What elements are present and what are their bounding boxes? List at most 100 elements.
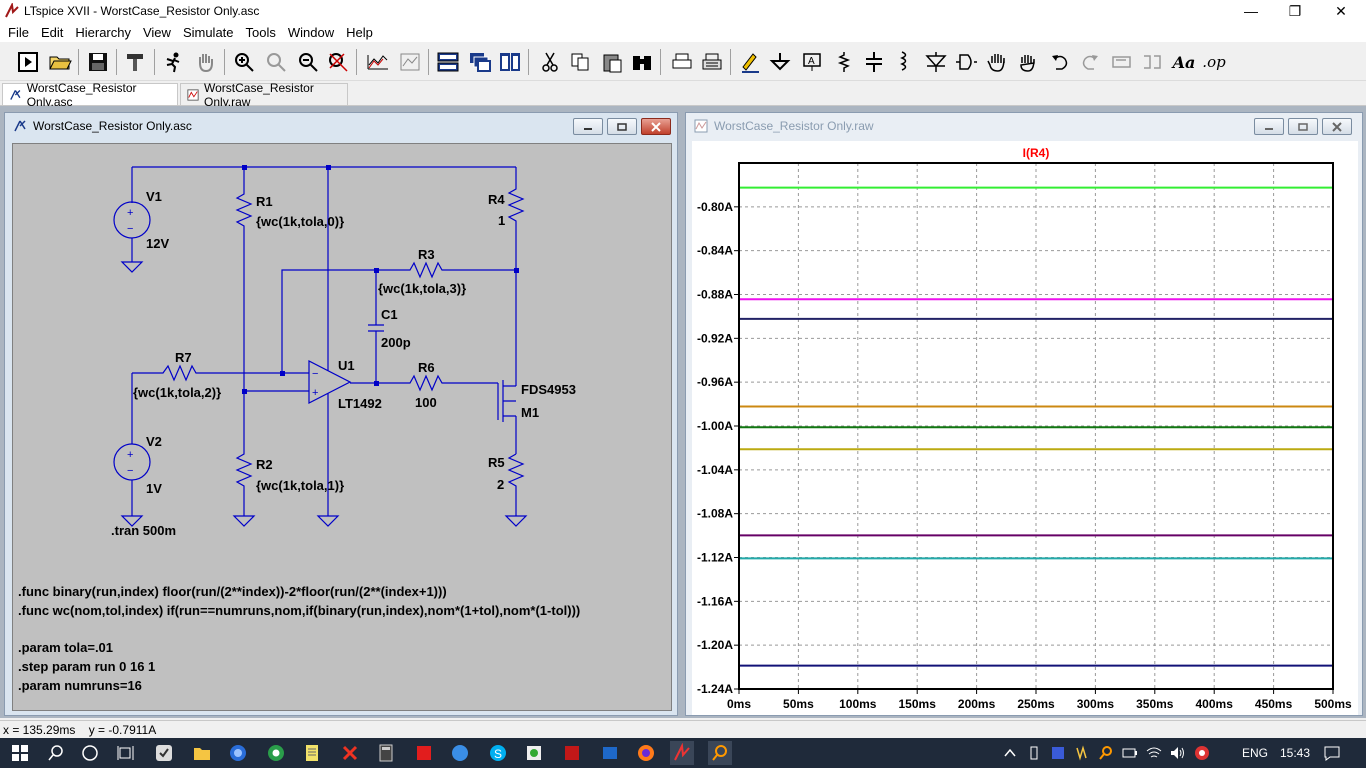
wifi-icon[interactable] (1142, 741, 1166, 765)
windows-start-icon[interactable] (8, 741, 32, 765)
svg-text:A: A (808, 56, 815, 67)
schematic-close-button[interactable] (641, 118, 671, 135)
task-view-icon[interactable] (114, 741, 138, 765)
tab-schematic[interactable]: WorstCase_Resistor Only.asc (2, 81, 178, 109)
resistor-icon[interactable] (830, 48, 858, 76)
tray-search-icon[interactable] (1094, 741, 1118, 765)
tile-vertical-icon[interactable] (496, 48, 524, 76)
paste-icon[interactable] (598, 48, 626, 76)
search-app-icon[interactable] (708, 741, 732, 765)
open-folder-icon[interactable] (46, 48, 74, 76)
inductor-icon[interactable] (890, 48, 918, 76)
schematic-minimize-button[interactable] (573, 118, 603, 135)
cascade-windows-icon[interactable] (466, 48, 494, 76)
capacitor-icon[interactable] (860, 48, 888, 76)
notifications-icon[interactable] (1320, 741, 1344, 765)
save-icon[interactable] (84, 48, 112, 76)
diode-icon[interactable] (922, 48, 950, 76)
menu-window[interactable]: Window (282, 25, 340, 40)
close-x-app-icon[interactable] (338, 741, 362, 765)
battery-icon[interactable] (1118, 741, 1142, 765)
x-tick-label: 450ms (1255, 697, 1293, 711)
v1-value: 12V (146, 236, 169, 251)
text-icon[interactable]: Aa (1170, 48, 1198, 76)
notepad-icon[interactable] (300, 741, 324, 765)
skype-icon[interactable]: S (486, 741, 510, 765)
cortana-icon[interactable] (78, 741, 102, 765)
schematic-canvas[interactable]: V1 12V R1 {wc(1k,tola,0)} R4 1 R3 {wc(1k… (12, 143, 672, 711)
redo-icon[interactable] (1076, 48, 1104, 76)
find-binoculars-icon[interactable] (628, 48, 656, 76)
mirror-icon[interactable] (1138, 48, 1166, 76)
menu-view[interactable]: View (137, 25, 177, 40)
chrome-icon[interactable] (264, 741, 288, 765)
halt-hand-icon[interactable] (192, 48, 220, 76)
menu-simulate[interactable]: Simulate (177, 25, 240, 40)
menu-edit[interactable]: Edit (35, 25, 69, 40)
rotate-icon[interactable] (1108, 48, 1136, 76)
spice-directive-icon[interactable]: .op (1200, 48, 1228, 76)
label-net-icon[interactable]: A (798, 48, 826, 76)
clock[interactable]: 15:43 (1280, 738, 1310, 768)
language-indicator[interactable]: ENG (1242, 738, 1268, 768)
plot-settings-icon[interactable] (396, 48, 424, 76)
undo-icon[interactable] (1046, 48, 1074, 76)
zoom-fit-icon[interactable] (324, 48, 352, 76)
y-tick-label: -0.80A (697, 200, 733, 214)
menu-tools[interactable]: Tools (240, 25, 282, 40)
outlook-icon[interactable] (598, 741, 622, 765)
control-panel-hammer-icon[interactable] (122, 48, 150, 76)
waveform-plot-area[interactable]: I(R4) 0ms 50ms 100ms 150ms 200ms 250ms 300ms 35… (692, 141, 1358, 715)
tray-app-1-icon[interactable] (1046, 741, 1070, 765)
print-setup-icon[interactable] (698, 48, 726, 76)
zoom-pan-icon[interactable] (262, 48, 290, 76)
print-icon[interactable] (668, 48, 696, 76)
menu-file[interactable]: File (2, 25, 35, 40)
move-hand-icon[interactable] (984, 48, 1012, 76)
volume-icon[interactable] (1166, 741, 1190, 765)
calculator-icon[interactable] (374, 741, 398, 765)
red-app-icon[interactable] (412, 741, 436, 765)
zoom-in-icon[interactable] (230, 48, 258, 76)
show-hidden-icons-chevron-icon[interactable] (998, 741, 1022, 765)
waveform-restore-button[interactable] (1288, 118, 1318, 135)
zoom-out-icon[interactable] (294, 48, 322, 76)
menu-help[interactable]: Help (340, 25, 379, 40)
close-button[interactable]: ✕ (1318, 0, 1364, 22)
x-tick-label: 0ms (727, 697, 751, 711)
pdf-app-icon[interactable] (560, 741, 584, 765)
menu-bar: File Edit Hierarchy View Simulate Tools … (0, 22, 1366, 42)
waveform-minimize-button[interactable] (1254, 118, 1284, 135)
browser-1-icon[interactable] (226, 741, 250, 765)
chrome-tray-icon[interactable] (1190, 741, 1214, 765)
x-tick-label: 200ms (958, 697, 996, 711)
component-icon[interactable] (952, 48, 980, 76)
menu-hierarchy[interactable]: Hierarchy (69, 25, 137, 40)
blue-app-icon[interactable] (448, 741, 472, 765)
run-simulation-icon[interactable] (160, 48, 188, 76)
y-tick-label: -1.20A (697, 638, 733, 652)
ltspice-taskbar-icon[interactable] (670, 741, 694, 765)
autorange-icon[interactable] (364, 48, 392, 76)
draw-wire-pencil-icon[interactable] (736, 48, 764, 76)
drag-hand-icon[interactable] (1014, 48, 1042, 76)
file-explorer-icon[interactable] (190, 741, 214, 765)
tab-waveform[interactable]: WorstCase_Resistor Only.raw (180, 81, 348, 109)
schematic-icon (14, 120, 26, 132)
firefox-icon[interactable] (634, 741, 658, 765)
ground-icon[interactable] (766, 48, 794, 76)
maximize-button[interactable]: ❐ (1272, 0, 1318, 22)
tile-horizontal-icon[interactable] (434, 48, 462, 76)
minimize-button[interactable]: — (1228, 0, 1274, 22)
new-schematic-icon[interactable] (14, 48, 42, 76)
search-icon[interactable] (44, 741, 68, 765)
photo-app-icon[interactable] (522, 741, 546, 765)
taskbar-app-1-icon[interactable] (152, 741, 176, 765)
waveform-close-button[interactable] (1322, 118, 1352, 135)
usb-device-icon[interactable] (1022, 741, 1046, 765)
schematic-restore-button[interactable] (607, 118, 637, 135)
schematic-icon (10, 89, 21, 100)
tray-app-2-icon[interactable] (1070, 741, 1094, 765)
cut-scissors-icon[interactable] (536, 48, 564, 76)
copy-icon[interactable] (566, 48, 594, 76)
